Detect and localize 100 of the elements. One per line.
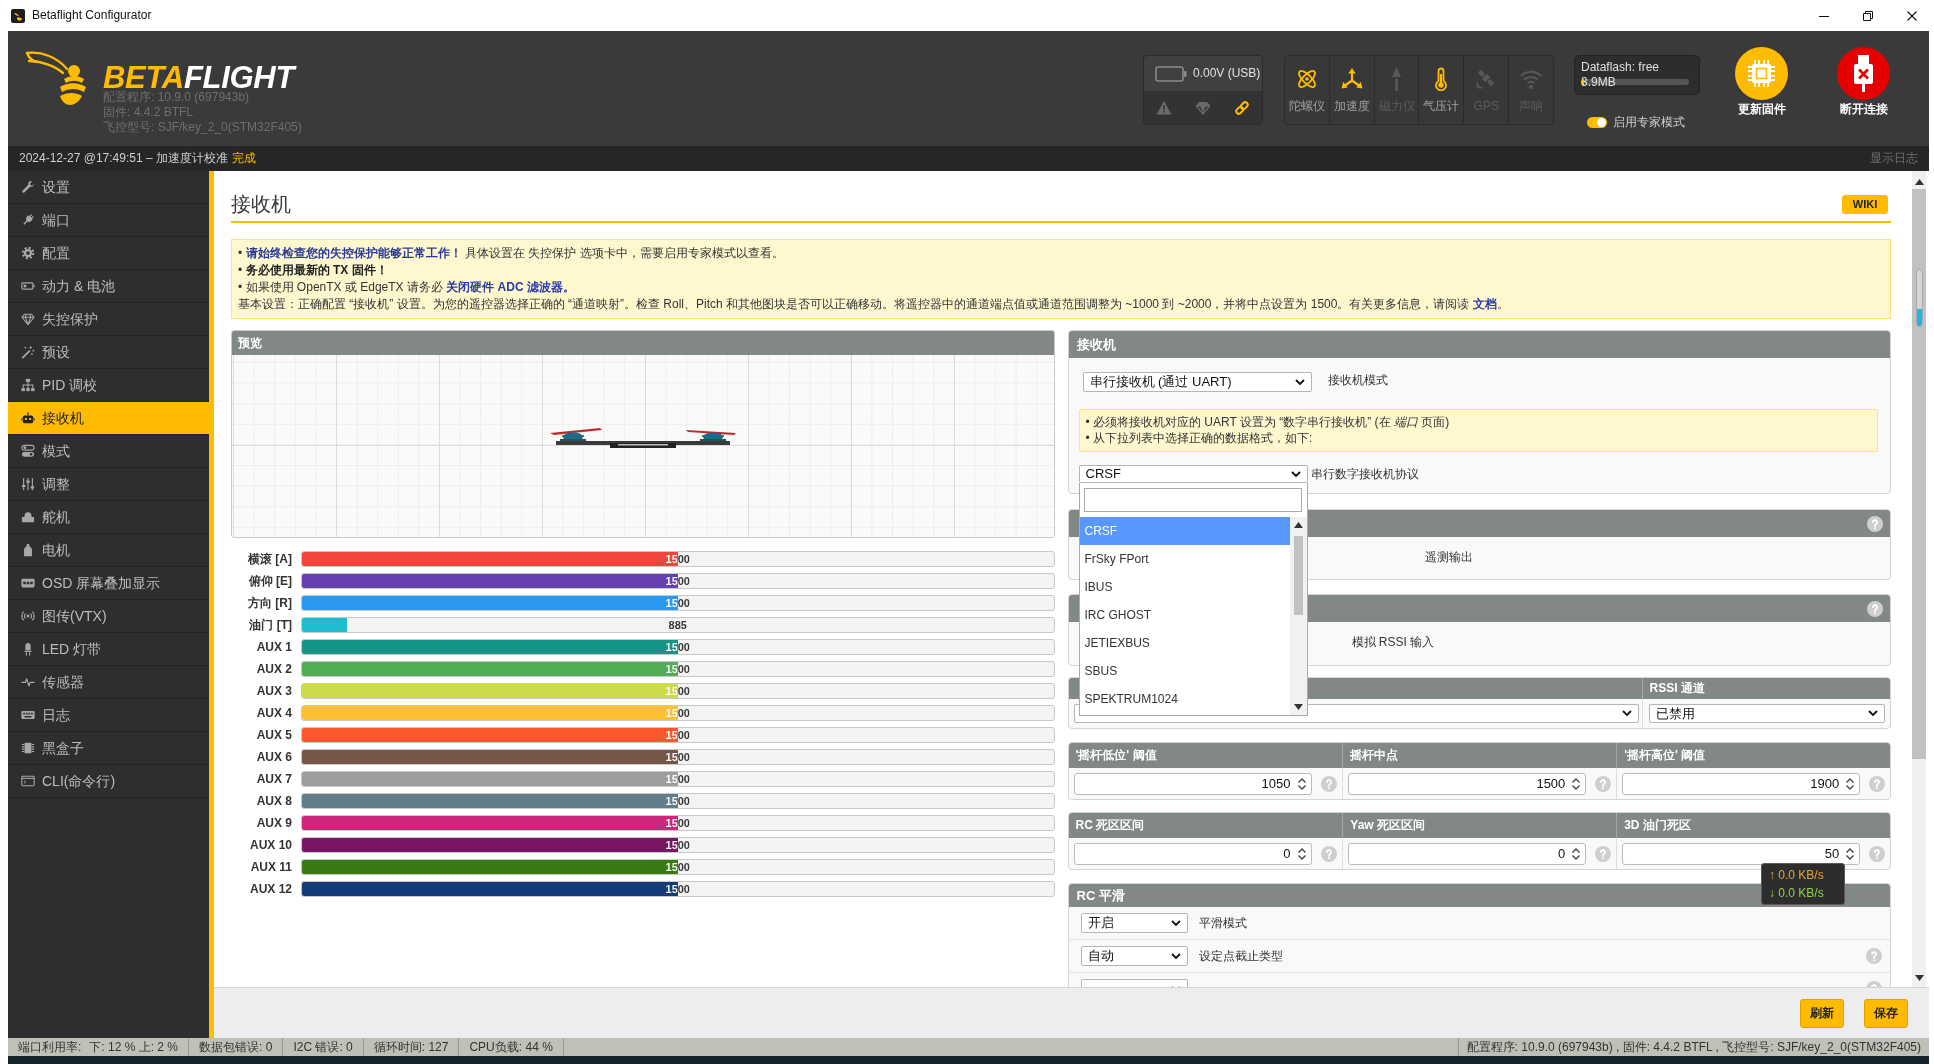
channel-label: AUX 1 (255, 638, 292, 656)
chevron-down-icon (1294, 378, 1305, 386)
status-text: 端口利用率: (18, 1038, 82, 1056)
dropdown-option[interactable]: SBUS (1079, 657, 1290, 685)
channel-label: AUX 8 (255, 792, 292, 810)
channel-label: AUX 2 (255, 660, 292, 678)
update-firmware-button[interactable]: 更新固件 (1735, 47, 1788, 117)
usb-plug-icon (1837, 47, 1890, 100)
dropdown-select[interactable]: 自动 (1080, 946, 1188, 966)
channel-label: 横滚 [A] (247, 550, 292, 568)
channel-label: AUX 5 (255, 726, 292, 744)
chip-icon (1735, 47, 1788, 100)
number-field[interactable]: 0 (1348, 842, 1587, 865)
disconnect-button[interactable]: 断开连接 (1837, 47, 1890, 117)
app-icon (11, 8, 25, 23)
channel-label: AUX 9 (255, 814, 292, 832)
sidebar-item[interactable]: 传感器 (8, 666, 209, 699)
field-label: 遥测输出 (1424, 550, 1473, 564)
sidebar-item[interactable]: 接收机 (8, 402, 209, 435)
battery-icon (21, 279, 35, 293)
refresh-button[interactable]: 刷新 (1800, 998, 1844, 1028)
hierarchy-icon (21, 378, 35, 392)
number-field[interactable]: 0 (1073, 842, 1312, 865)
sidebar-item[interactable]: 失控保护 (8, 303, 209, 336)
notice-text: • 从下拉列表中选择正确的数据格式，如下: (1085, 430, 1314, 446)
number-field[interactable]: 1050 (1073, 772, 1312, 795)
status-text: 下: 12 % 上: 2 % (89, 1038, 179, 1056)
robot-icon (21, 411, 35, 425)
receiver-mode-select[interactable]: 串行接收机 (通过 UART) (1082, 372, 1312, 392)
protocol-select[interactable]: CRSF (1078, 465, 1308, 483)
toggle-icon (21, 444, 35, 458)
toggle-switch[interactable] (1587, 116, 1607, 128)
wrench-icon (21, 180, 35, 194)
channel-label: AUX 6 (255, 748, 292, 766)
channel-value: 885 (668, 618, 687, 632)
logo-text: BETAFLIGHT (103, 62, 302, 93)
upload-speed: ↑ 0.0 KB/s (1769, 867, 1825, 884)
dropdown-option[interactable]: IBUS (1079, 573, 1290, 601)
keyboard-icon (21, 708, 35, 722)
dropdown-option[interactable]: SPEKTRUM1024 (1079, 685, 1290, 713)
channel-label: 方向 [R] (247, 594, 292, 612)
sidebar-item[interactable]: 配置 (8, 237, 209, 270)
sidebar-item[interactable]: CLI(命令行) (8, 765, 209, 798)
sidebar-item[interactable]: 舵机 (8, 501, 209, 534)
field-label: 接收机模式 (1327, 372, 1388, 388)
number-field[interactable]: 1500 (1348, 772, 1587, 795)
pulse-icon (21, 675, 35, 689)
sliders-icon (21, 477, 35, 491)
chevron-down-icon (1170, 952, 1181, 960)
channel-label: AUX 3 (255, 682, 292, 700)
caret-up-icon (1293, 522, 1303, 528)
link[interactable]: 关闭硬件 ADC 滤波器。 (446, 280, 575, 294)
field-label: 设定点截止类型 (1198, 947, 1283, 965)
terminal-icon (21, 774, 35, 788)
restore-icon (1863, 10, 1873, 21)
link[interactable]: 文档 (1472, 297, 1497, 311)
motor-icon (21, 543, 35, 557)
sidebar-item[interactable]: 黑盒子 (8, 732, 209, 765)
sidebar-item[interactable]: 模式 (8, 435, 209, 468)
sidebar-item[interactable]: 设置 (8, 171, 209, 204)
sidebar-item[interactable]: 预设 (8, 336, 209, 369)
search-field[interactable] (1083, 488, 1302, 512)
column-title: '摇杆高位' 阈值 (1624, 747, 1706, 764)
column-title: Yaw 死区区间 (1350, 817, 1425, 834)
wiki-button[interactable]: WIKI (1842, 195, 1888, 214)
channel-label: AUX 7 (255, 770, 292, 788)
dropdown-option[interactable]: IRC GHOST (1079, 601, 1290, 629)
channel-label: AUX 10 (248, 836, 292, 854)
sidebar-item[interactable]: OSD 屏幕叠加显示 (8, 567, 209, 600)
chevron-down-icon (1621, 710, 1632, 717)
sidebar-item[interactable]: LED 灯带 (8, 633, 209, 666)
battery-voltage: 0.00V (USB) (1193, 65, 1261, 82)
sidebar-item[interactable]: 端口 (8, 204, 209, 237)
dataflash-label: Dataflash: free (1581, 60, 1661, 74)
rssi-channel-select[interactable]: 已禁用 (1648, 704, 1885, 723)
sidebar-item[interactable]: 动力 & 电池 (8, 270, 209, 303)
dataflash-free-space: 3.9MB (1581, 75, 1616, 89)
sensor-label: 加速度 (1333, 98, 1370, 114)
column-title: 摇杆中点 (1350, 747, 1399, 764)
servo-icon (21, 510, 35, 524)
dropdown-select[interactable]: 开启 (1080, 913, 1188, 933)
antenna-icon (21, 609, 35, 623)
sidebar-item[interactable]: 图传(VTX) (8, 600, 209, 633)
save-button[interactable]: 保存 (1864, 998, 1908, 1028)
battery-icon (1155, 65, 1187, 82)
channel-label: AUX 12 (248, 880, 292, 898)
number-field[interactable]: 1900 (1622, 772, 1861, 795)
number-field[interactable]: 50 (1622, 842, 1861, 865)
caret-down-icon (1914, 975, 1924, 981)
dropdown-option[interactable]: FrSky FPort (1079, 545, 1290, 573)
sidebar-item[interactable]: 电机 (8, 534, 209, 567)
channel-label: AUX 11 (249, 858, 292, 876)
section-header: 预览 (232, 331, 1054, 355)
sidebar-item[interactable]: 调整 (8, 468, 209, 501)
sidebar-item[interactable]: 日志 (8, 699, 209, 732)
dropdown-option[interactable]: JETIEXBUS (1079, 629, 1290, 657)
screen-icon (21, 576, 35, 590)
channel-label: 油门 [T] (248, 616, 292, 634)
log-status: 完成 (231, 150, 256, 167)
notice-text: • 必须将接收机对应的 UART 设置为 “数字串行接收机” (在 端口 页面) (1085, 414, 1451, 430)
